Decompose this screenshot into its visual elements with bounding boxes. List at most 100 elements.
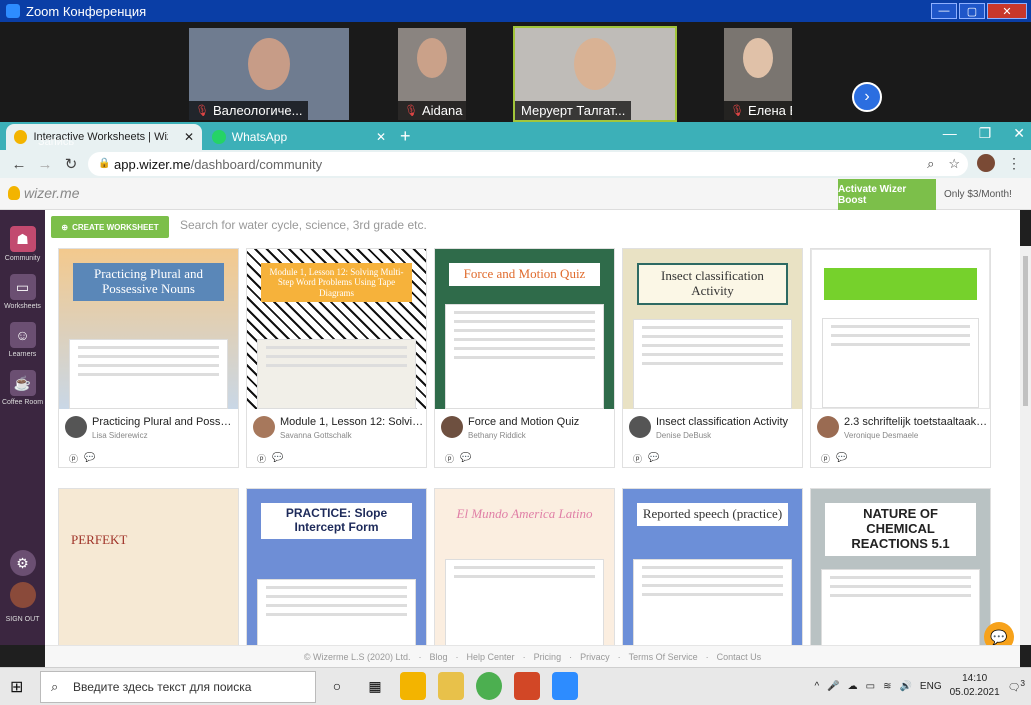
scrollbar-thumb[interactable] — [1023, 256, 1028, 406]
bookmark-star-icon[interactable]: ☆ — [948, 156, 960, 172]
clock[interactable]: 14:10 05.02.2021 — [950, 672, 1000, 700]
pinterest-icon[interactable]: ⓟ — [257, 452, 266, 465]
card-thumbnail: NATURE OF CHEMICAL REACTIONS 5.1 — [811, 489, 990, 645]
restore-button[interactable]: ❐ — [979, 125, 992, 142]
author-avatar — [441, 416, 463, 438]
close-tab-icon[interactable]: ✕ — [184, 130, 194, 144]
taskbar-search-input[interactable]: ⌕ Введите здесь текст для поиска — [40, 671, 316, 703]
comment-icon[interactable]: 💬 — [272, 452, 283, 465]
footer-link-terms[interactable]: Terms Of Service — [629, 652, 698, 662]
comment-icon[interactable]: 💬 — [460, 452, 471, 465]
wizer-logo[interactable]: wizer.me — [8, 185, 80, 201]
worksheet-card[interactable]: Insect classification Activity Insect cl… — [622, 248, 803, 468]
file-explorer-icon[interactable] — [438, 672, 464, 700]
card-author: Savanna Gottschalk — [280, 431, 352, 440]
zoom-app-icon — [6, 4, 20, 18]
community-icon: ☗ — [9, 226, 36, 252]
participant-tile[interactable]: 🎙 Валеологиче... — [189, 28, 349, 120]
wifi-icon[interactable]: ≋ — [883, 681, 891, 692]
back-icon[interactable]: ← — [6, 156, 32, 173]
participant-tile[interactable]: 🎙Aidana Oryn... — [398, 28, 466, 120]
pinterest-icon[interactable]: ⓟ — [69, 452, 78, 465]
pinterest-icon[interactable]: ⓟ — [633, 452, 642, 465]
footer-link-contact[interactable]: Contact Us — [717, 652, 762, 662]
volume-icon[interactable]: 🔊 — [899, 681, 911, 692]
reload-icon[interactable]: ↻ — [58, 155, 84, 173]
tab-whatsapp[interactable]: WhatsApp ✕ — [204, 124, 394, 150]
worksheet-card[interactable]: Reported speech (practice) — [622, 488, 803, 645]
create-worksheet-button[interactable]: ⊕ CREATE WORKSHEET — [51, 216, 169, 238]
card-author: Lisa Siderewicz — [92, 431, 148, 440]
cloud-icon[interactable]: ☁ — [848, 681, 858, 692]
worksheet-card[interactable]: Practicing Plural and Possessive Nouns P… — [58, 248, 239, 468]
worksheet-card[interactable]: NATURE OF CHEMICAL REACTIONS 5.1 — [810, 488, 991, 645]
comment-icon[interactable]: 💬 — [648, 452, 659, 465]
footer-link-blog[interactable]: Blog — [430, 652, 448, 662]
comment-icon[interactable]: 💬 — [84, 452, 95, 465]
worksheet-card[interactable]: Force and Motion Quiz Force and Motion Q… — [434, 248, 615, 468]
worksheet-card[interactable]: 2.3 schriftelijk toetstaaltaak (... Veron… — [810, 248, 991, 468]
participant-tile[interactable]: 🎙Елена Егоро... — [724, 28, 792, 120]
language-indicator[interactable]: ENG — [920, 681, 942, 692]
participant-video — [574, 38, 616, 90]
footer-link-help[interactable]: Help Center — [467, 652, 515, 662]
tray-chevron-icon[interactable]: ^ — [814, 681, 819, 692]
forward-icon[interactable]: → — [32, 156, 58, 173]
minimize-button[interactable]: — — [943, 125, 957, 142]
new-tab-button[interactable]: + — [400, 126, 411, 147]
search-input[interactable]: Search for water cycle, science, 3rd gra… — [180, 218, 427, 232]
folder-icon: ▭ — [9, 274, 36, 300]
task-view-icon[interactable]: ○ — [324, 672, 350, 700]
footer: © Wizerme L.S (2020) Ltd. · Blog · Help Ce… — [45, 645, 1020, 667]
card-thumbnail: PRACTICE: Slope Intercept Form — [247, 489, 426, 645]
close-tab-icon[interactable]: ✕ — [376, 130, 386, 144]
footer-link-pricing[interactable]: Pricing — [534, 652, 562, 662]
minimize-button[interactable]: — — [931, 3, 957, 19]
card-thumbnail: PERFEKT — [59, 489, 238, 645]
tab-wizer[interactable]: Interactive Worksheets | Wizer.me ✕ — [6, 124, 202, 150]
menu-icon[interactable]: ⋮ — [1007, 155, 1021, 172]
notification-icon[interactable]: 🗨3 — [1008, 678, 1025, 693]
plus-circle-icon: ⊕ — [61, 222, 69, 232]
microphone-icon[interactable]: 🎤 — [827, 681, 839, 692]
worksheet-card[interactable]: El Mundo America Latino — [434, 488, 615, 645]
timeline-icon[interactable]: ▦ — [362, 672, 388, 700]
chrome-icon[interactable] — [476, 672, 502, 700]
learners-icon: ☺ — [9, 322, 36, 348]
recording-label: Запись — [38, 136, 75, 148]
profile-avatar[interactable] — [977, 154, 995, 172]
windows-start-icon[interactable]: ⊞ — [10, 677, 23, 697]
address-bar: ← → ↻ 🔒 app.wizer.me/dashboard/community… — [0, 150, 1031, 178]
sidebar-item-learners[interactable]: ☺ Learners — [0, 322, 45, 358]
comment-icon[interactable]: 💬 — [836, 452, 847, 465]
store-icon[interactable] — [400, 672, 426, 700]
activate-boost-button[interactable]: Activate Wizer Boost — [838, 179, 936, 211]
maximize-button[interactable]: ▢ — [959, 3, 985, 19]
worksheet-card[interactable]: PRACTICE: Slope Intercept Form — [246, 488, 427, 645]
settings-button[interactable]: ⚙ — [0, 550, 45, 579]
next-participants-button[interactable]: › — [852, 82, 882, 112]
close-button[interactable]: ✕ — [987, 3, 1027, 19]
worksheet-card[interactable]: PERFEKT — [58, 488, 239, 645]
pinterest-icon[interactable]: ⓟ — [821, 452, 830, 465]
battery-icon[interactable]: ▭ — [866, 681, 875, 692]
sidebar-item-worksheets[interactable]: ▭ Worksheets — [0, 274, 45, 310]
sidebar-user[interactable] — [0, 582, 45, 611]
zoom-taskbar-icon[interactable] — [552, 672, 578, 700]
sign-out-button[interactable]: SIGN OUT — [0, 616, 45, 623]
pinterest-icon[interactable]: ⓟ — [445, 452, 454, 465]
worksheet-card[interactable]: Module 1, Lesson 12: Solving Multi-Step … — [246, 248, 427, 468]
sidebar-item-coffee-room[interactable]: ☕ Coffee Room — [0, 370, 45, 406]
participant-tile-active[interactable]: Меруерт Талгат... — [513, 26, 677, 122]
community-main: ⊕ CREATE WORKSHEET Search for water cycle… — [45, 210, 1020, 645]
card-title: 2.3 schriftelijk toetstaaltaak (... — [844, 416, 989, 428]
page-scrollbar[interactable] — [1020, 246, 1031, 645]
powerpoint-icon[interactable] — [514, 672, 540, 700]
zoom-window-controls: — ▢ ✕ — [931, 3, 1027, 19]
footer-link-privacy[interactable]: Privacy — [580, 652, 610, 662]
url-field[interactable]: 🔒 app.wizer.me/dashboard/community ⌕ ☆ — [88, 152, 968, 176]
card-thumbnail: Practicing Plural and Possessive Nouns — [59, 249, 238, 409]
zoom-icon[interactable]: ⌕ — [927, 156, 934, 172]
sidebar-item-community[interactable]: ☗ Community — [0, 226, 45, 262]
close-button[interactable]: ✕ — [1013, 125, 1025, 142]
